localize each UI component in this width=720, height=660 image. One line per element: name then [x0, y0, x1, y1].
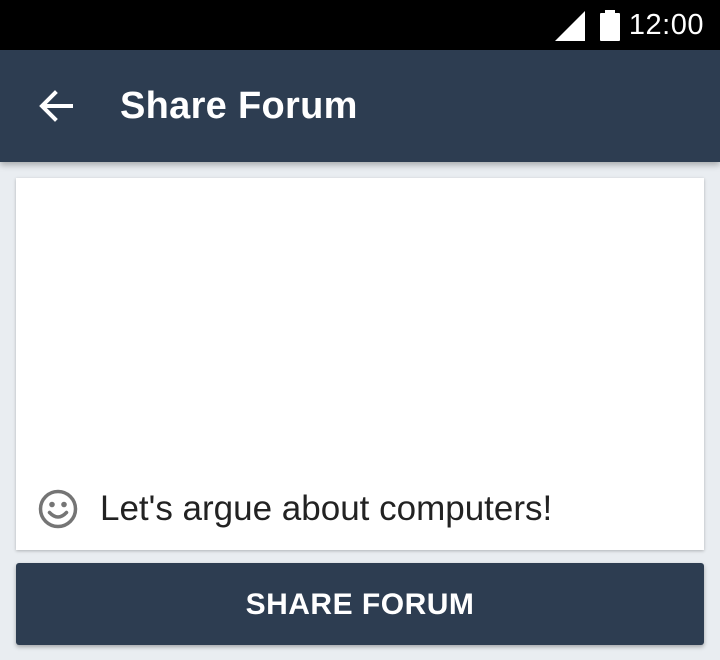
back-button[interactable]	[24, 74, 88, 138]
page-title: Share Forum	[120, 85, 358, 127]
arrow-back-icon	[39, 90, 73, 122]
app-bar: Share Forum	[0, 50, 720, 162]
battery-full-icon	[599, 10, 621, 41]
status-bar: 12:00	[0, 0, 720, 50]
forum-item[interactable]: Let's argue about computers!	[38, 484, 552, 534]
smiley-face-icon	[38, 489, 78, 529]
share-forum-button[interactable]: SHARE FORUM	[16, 563, 704, 645]
forum-name: Let's argue about computers!	[100, 489, 553, 528]
forum-preview-card: Let's argue about computers!	[16, 178, 704, 550]
status-time: 12:00	[628, 9, 704, 41]
cellular-signal-icon	[555, 11, 585, 41]
